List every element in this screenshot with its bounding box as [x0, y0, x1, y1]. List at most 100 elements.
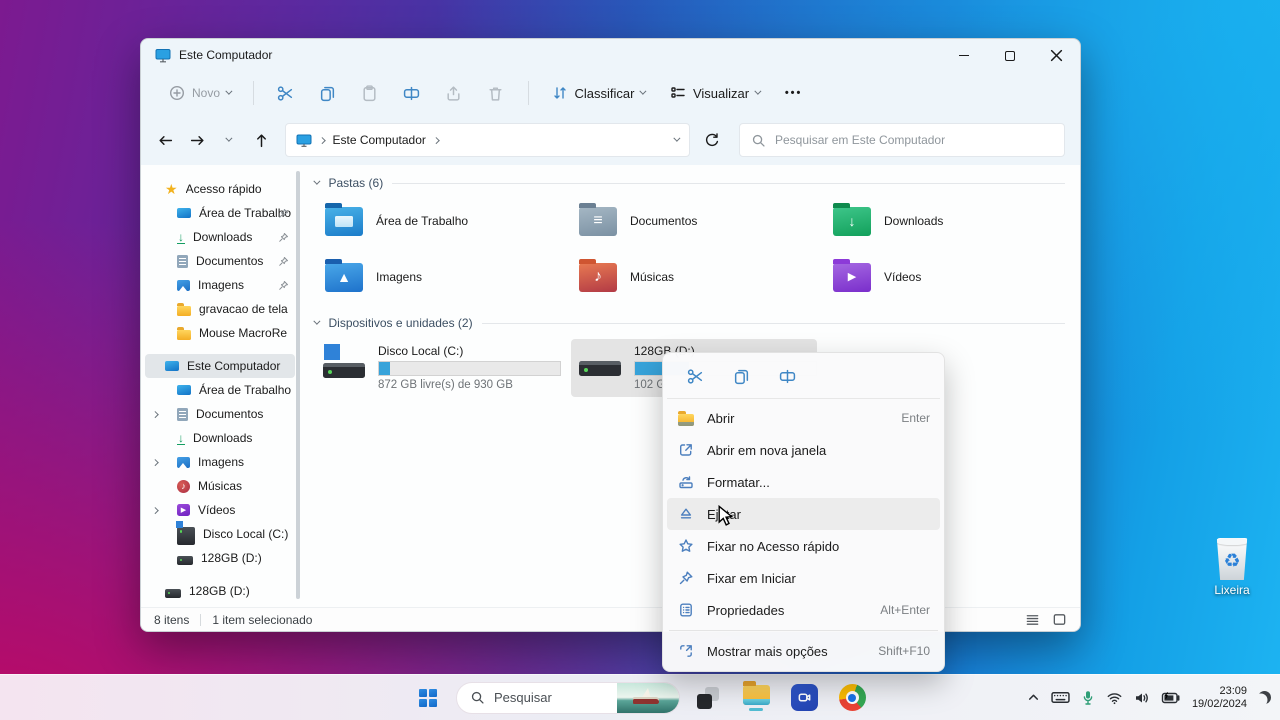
folder-item-documents[interactable]: ≡ Documentos [569, 193, 823, 249]
file-explorer-taskbar-button[interactable] [736, 678, 776, 718]
sidebar-item-tree-desktop[interactable]: Área de Trabalho [145, 378, 295, 402]
drive-free-space: 872 GB livre(s) de 930 GB [378, 379, 513, 391]
details-view-icon[interactable] [1025, 612, 1040, 627]
sidebar-item-tree-disk-c[interactable]: Disco Local (C:) [145, 522, 295, 546]
back-button[interactable] [149, 125, 181, 155]
task-view-button[interactable] [688, 678, 728, 718]
cut-button[interactable] [265, 76, 307, 110]
breadcrumb[interactable]: Este Computador [333, 133, 426, 147]
microphone-icon [1083, 690, 1093, 705]
videos-folder-icon: ▶ [833, 258, 871, 292]
paste-button[interactable] [349, 76, 391, 110]
start-button[interactable] [408, 678, 448, 718]
sidebar-item-downloads-pinned[interactable]: ↓ Downloads [145, 225, 295, 249]
search-input[interactable]: Pesquisar em Este Computador [739, 123, 1065, 157]
sidebar-scrollbar[interactable] [296, 171, 300, 599]
wifi-button[interactable] [1103, 683, 1126, 713]
menu-item-open-new-window[interactable]: Abrir em nova janela [667, 434, 940, 466]
folders-section-header[interactable]: Pastas (6) [314, 173, 1065, 193]
format-drive-icon [677, 474, 694, 490]
expand-chevron-icon[interactable] [152, 410, 159, 418]
menu-item-properties[interactable]: Propriedades Alt+Enter [667, 594, 940, 626]
devices-section-header[interactable]: Dispositivos e unidades (2) [314, 313, 1065, 333]
taskbar-search[interactable]: Pesquisar [456, 681, 680, 714]
expand-chevron-icon[interactable] [152, 506, 159, 514]
sidebar-item-usb-root[interactable]: 128GB (D:) [145, 579, 295, 603]
sidebar-item-documents-pinned[interactable]: Documentos [145, 249, 295, 273]
hidden-icons-button[interactable] [1024, 683, 1043, 713]
delete-button[interactable] [475, 76, 517, 110]
sidebar-item-mouse-macro[interactable]: Mouse MacroRe [145, 321, 295, 345]
search-highlight-image[interactable] [617, 682, 679, 713]
context-menu-quick-actions [667, 357, 940, 399]
sidebar-item-pictures-pinned[interactable]: Imagens [145, 273, 295, 297]
menu-item-open[interactable]: Abrir Enter [667, 402, 940, 434]
touch-keyboard-button[interactable] [1048, 683, 1073, 713]
menu-item-pin-quick-access[interactable]: Fixar no Acesso rápido [667, 530, 940, 562]
battery-button[interactable] [1158, 683, 1184, 713]
rename-button[interactable] [391, 76, 433, 110]
more-icon: ••• [784, 87, 803, 99]
expand-chevron-icon[interactable] [152, 458, 159, 466]
recent-locations-button[interactable] [213, 125, 245, 155]
sidebar-item-tree-music[interactable]: ♪ Músicas [145, 474, 295, 498]
folder-item-desktop[interactable]: Área de Trabalho [315, 193, 569, 249]
new-button[interactable]: Novo [159, 85, 242, 101]
maximize-button[interactable] [987, 40, 1033, 71]
documents-folder-icon: ≡ [579, 202, 617, 236]
refresh-button[interactable] [696, 125, 728, 155]
collapse-chevron-icon[interactable] [314, 318, 321, 325]
taskbar-clock[interactable]: 23:09 19/02/2024 [1192, 685, 1247, 711]
minimize-button[interactable] [941, 40, 987, 71]
view-button[interactable]: Visualizar [658, 76, 773, 110]
sidebar-item-tree-downloads[interactable]: ↓ Downloads [145, 426, 295, 450]
copy-button[interactable] [307, 76, 349, 110]
collapse-chevron-icon[interactable] [314, 178, 321, 185]
star-icon: ★ [165, 181, 178, 197]
copy-button[interactable] [721, 360, 761, 392]
close-button[interactable] [1033, 40, 1079, 71]
rename-icon [403, 86, 420, 100]
recycle-bin[interactable]: ♻ Lixeira [1204, 538, 1260, 597]
chrome-taskbar-button[interactable] [832, 678, 872, 718]
menu-item-show-more-options[interactable]: Mostrar mais opções Shift+F10 [667, 635, 940, 667]
sidebar-item-tree-documents[interactable]: Documentos [145, 402, 295, 426]
chrome-icon [838, 684, 866, 711]
folder-item-downloads[interactable]: ↓ Downloads [823, 193, 1077, 249]
more-options-button[interactable]: ••• [773, 76, 815, 110]
folder-item-music[interactable]: ♪ Músicas [569, 249, 823, 305]
menu-item-pin-start[interactable]: Fixar em Iniciar [667, 562, 940, 594]
sidebar-item-this-pc[interactable]: Este Computador [145, 354, 295, 378]
address-dropdown-icon[interactable] [673, 135, 680, 142]
this-pc-icon [155, 48, 171, 62]
menu-item-format[interactable]: Formatar... [667, 466, 940, 498]
folder-item-videos[interactable]: ▶ Vídeos [823, 249, 1077, 305]
drive-item-c[interactable]: Disco Local (C:) 872 GB livre(s) de 930 … [315, 339, 561, 397]
sidebar-item-gravacao[interactable]: gravacao de tela [145, 297, 295, 321]
download-icon: ↓ [177, 229, 185, 244]
sidebar-item-tree-pictures[interactable]: Imagens [145, 450, 295, 474]
folder-item-pictures[interactable]: ▲ Imagens [315, 249, 569, 305]
volume-button[interactable] [1131, 683, 1153, 713]
rename-button[interactable] [767, 360, 807, 392]
sidebar-item-desktop-pinned[interactable]: Área de Trabalho [145, 201, 295, 225]
share-button[interactable] [433, 76, 475, 110]
taskbar: Pesquisar 23:09 19/02/2024 [0, 674, 1280, 720]
microphone-button[interactable] [1078, 683, 1098, 713]
menu-item-label: Mostrar mais opções [707, 643, 828, 659]
large-icons-view-icon[interactable] [1052, 612, 1067, 627]
cut-button[interactable] [675, 360, 715, 392]
forward-arrow-icon [190, 135, 204, 145]
address-bar[interactable]: Este Computador [285, 123, 690, 157]
sidebar-item-tree-usb-d[interactable]: 128GB (D:) [145, 546, 295, 570]
forward-button[interactable] [181, 125, 213, 155]
up-button[interactable] [245, 125, 277, 155]
sidebar-item-tree-videos[interactable]: ▶ Vídeos [145, 498, 295, 522]
menu-item-eject[interactable]: Ejetar [667, 498, 940, 530]
do-not-disturb-button[interactable] [1255, 683, 1274, 713]
sidebar-item-quick-access[interactable]: ★ Acesso rápido [145, 177, 295, 201]
sort-button[interactable]: Classificar [540, 76, 658, 110]
properties-icon [677, 602, 694, 618]
screen-recorder-taskbar-button[interactable] [784, 678, 824, 718]
document-icon [177, 407, 188, 421]
